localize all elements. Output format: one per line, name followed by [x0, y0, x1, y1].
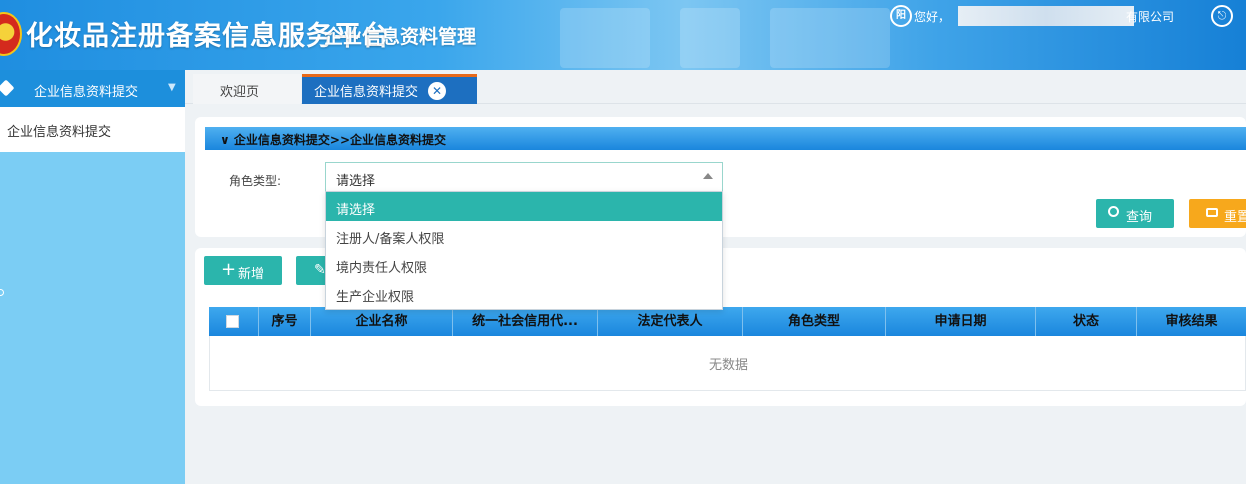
sidebar-item-company-info-submit[interactable]: 企业信息资料提交 [0, 107, 185, 152]
query-button[interactable]: 查询 [1096, 199, 1174, 228]
national-emblem-logo [0, 12, 22, 56]
sidebar-group-header[interactable]: 企业信息资料提交 ▼ [0, 70, 185, 107]
option-label: 请选择 [336, 203, 376, 218]
app-subtitle: 企业信息资料管理 [324, 26, 477, 48]
dropdown-option[interactable]: 注册人/备案人权限 [326, 221, 722, 250]
search-icon [1108, 206, 1119, 217]
app-header: 化妆品注册备案信息服务平台 企业信息资料管理 阳 您好， 有限公司 ⎋ [0, 0, 1246, 70]
redacted-username [958, 6, 1134, 26]
option-label: 注册人/备案人权限 [336, 232, 445, 247]
add-button[interactable]: + 新增 [204, 256, 282, 285]
chevron-down-icon: ∨ [220, 133, 234, 147]
plus-icon: + [221, 259, 237, 280]
add-button-label: 新增 [238, 267, 265, 282]
column-header[interactable]: 状态 [1036, 307, 1137, 336]
column-header[interactable]: 统一社会信用代... [453, 307, 598, 336]
option-label: 生产企业权限 [336, 290, 415, 305]
dropdown-option[interactable]: 生产企业权限 [326, 279, 722, 308]
reset-button-label: 重置 [1224, 210, 1246, 225]
close-icon[interactable]: ✕ [428, 82, 446, 100]
dropdown-option[interactable]: 境内责任人权限 [326, 250, 722, 279]
column-header[interactable]: 审核结果 [1137, 307, 1246, 336]
caret-down-icon: ▼ [168, 82, 176, 93]
logout-icon[interactable]: ⎋ [1211, 5, 1233, 27]
column-header[interactable]: 企业名称 [311, 307, 453, 336]
empty-state-text: 无数据 [708, 358, 748, 373]
role-type-dropdown: 请选择 注册人/备案人权限 境内责任人权限 生产企业权限 [325, 191, 723, 310]
greeting-text: 您好， [914, 10, 951, 24]
role-type-label: 角色类型: [229, 174, 282, 188]
panel-header[interactable]: ∨ 企业信息资料提交>>企业信息资料提交 [205, 127, 1246, 150]
column-header[interactable]: 法定代表人 [598, 307, 743, 336]
role-type-select[interactable]: 请选择 [325, 162, 723, 192]
query-button-label: 查询 [1126, 210, 1153, 225]
refresh-icon [1206, 208, 1218, 217]
select-all-checkbox-cell[interactable] [209, 307, 259, 336]
tab-label: 企业信息资料提交 [314, 85, 419, 100]
reset-button[interactable]: 重置 [1189, 199, 1246, 228]
sidebar-item-label: 企业信息资料提交 [7, 125, 112, 140]
tab-welcome[interactable]: 欢迎页 [193, 74, 301, 104]
checkbox[interactable] [226, 315, 239, 328]
table-header: 序号 企业名称 统一社会信用代... 法定代表人 角色类型 申请日期 状态 审核… [209, 307, 1246, 336]
tab-bar: 欢迎页 企业信息资料提交 ✕ [185, 70, 1246, 104]
panel-title: 企业信息资料提交>>企业信息资料提交 [233, 133, 447, 147]
tab-label: 欢迎页 [220, 85, 260, 100]
cube-icon [0, 79, 15, 97]
sidebar-collapse-handle[interactable] [0, 289, 4, 296]
option-label: 境内责任人权限 [336, 261, 428, 276]
company-name-suffix: 有限公司 [1126, 10, 1175, 24]
table-body: 无数据 [209, 336, 1246, 391]
sidebar: 企业信息资料提交 ▼ 企业信息资料提交 [0, 70, 185, 484]
user-icon[interactable]: 阳 [890, 5, 912, 27]
sidebar-group-label: 企业信息资料提交 [34, 85, 139, 100]
select-value: 请选择 [336, 174, 376, 189]
dropdown-option[interactable]: 请选择 [326, 192, 722, 221]
tab-company-info-submit[interactable]: 企业信息资料提交 ✕ [302, 74, 477, 104]
pencil-icon: ✎ [314, 262, 326, 278]
column-header[interactable]: 序号 [259, 307, 311, 336]
caret-up-icon [703, 173, 713, 179]
column-header[interactable]: 角色类型 [743, 307, 886, 336]
column-header[interactable]: 申请日期 [886, 307, 1036, 336]
